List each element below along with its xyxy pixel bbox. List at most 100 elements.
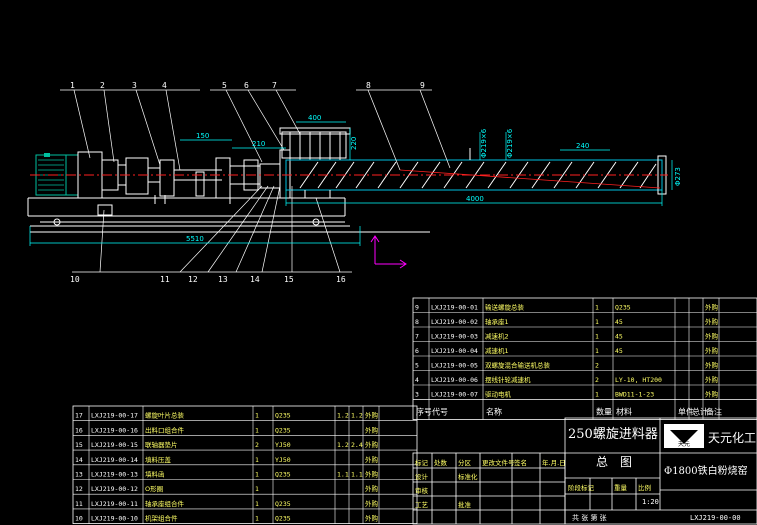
parts-lower-cell-w2: 1.2 [351,412,363,420]
parts-lower-cell-qty: 1 [255,485,259,493]
title-block-label: 标记 [415,458,429,467]
balloon-labels-bottom: 10 11 12 13 14 15 16 [70,275,346,284]
parts-lower-cell-code: LXJ219-00-12 [91,485,138,493]
balloon-15: 15 [284,275,294,284]
parts-upper-cell-name: 摆线针轮减速机 [485,375,531,384]
parts-upper-cell-note: 外购 [705,361,719,370]
parts-upper-row: 6 LXJ219-00-04 减速机1 1 45 外购 [415,346,719,355]
parts-upper-cell-no: 9 [415,304,419,312]
dim-phi-273: Φ273 [674,167,682,186]
parts-lower-cell-code: LXJ219-00-11 [91,500,138,508]
title-block-label: 年.月.日 [542,458,566,467]
parts-header-no: 序号 [416,407,432,417]
cad-drawing-sheet: { "colors": {"background":"#000000","out… [0,0,757,525]
dim-150: 150 [196,132,209,140]
parts-upper-cell-note: 外购 [705,346,719,355]
balloon-2: 2 [100,81,105,90]
parts-upper-cell-name: 输送螺旋总装 [485,303,525,312]
parts-upper-cell-mat: 45 [615,333,623,341]
screw-trough [285,148,667,195]
dim-5510: 5510 [186,235,204,243]
drawing-title: 总 图 [596,455,632,469]
parts-lower-cell-qty: 2 [255,441,259,449]
parts-lower-cell-note: 外购 [365,484,379,493]
parts-lower-cell-no: 14 [75,456,83,464]
parts-lower-cell-code: LXJ219-00-10 [91,515,138,523]
parts-lower-cell-w2: 1.1 [351,471,363,479]
balloon-3: 3 [132,81,137,90]
balloon-10: 10 [70,275,80,284]
dim-210: 210 [252,140,265,148]
parts-upper-cell-mat: LY-10, HT200 [615,376,662,384]
parts-upper-cell-note: 外购 [705,332,719,341]
title-block-label: 标准化 [458,472,478,481]
parts-lower-cell-no: 13 [75,471,83,479]
parts-upper-cell-mat: BWD11-1-23 [615,391,654,399]
parts-lower-cell-qty: 1 [255,515,259,523]
parts-lower-row: 13 LXJ219-00-13 填料函 1 Q235 1.1 1.1 外购 [75,470,379,479]
parts-header-qty: 数量 [596,407,612,417]
parts-lower-cell-note: 外购 [365,411,379,420]
shaft-assembly [159,149,291,199]
parts-upper-cell-name: 轴承座1 [485,317,509,326]
parts-upper-cell-note: 外购 [705,317,719,326]
parts-upper-cell-name: 双螺旋混合输送机总装 [485,361,551,370]
product-name: 250螺旋进料器 [568,427,658,442]
balloon-8: 8 [366,81,371,90]
parts-lower-cell-qty: 1 [255,456,259,464]
parts-lower-cell-no: 11 [75,500,83,508]
parts-lower-cell-mat: Q235 [275,426,291,434]
parts-lower-cell-name: 填料压盖 [145,455,172,464]
company-name: 天元化工 [708,431,756,445]
leader-lines-bottom [72,185,352,273]
parts-upper-cell-code: LXJ219-00-02 [431,318,478,326]
parts-lower-cell-mat: Q235 [275,471,291,479]
title-block-label: 审核 [415,486,429,495]
parts-upper-cell-code: LXJ219-00-06 [431,376,478,384]
title-block-label: 阶段标记 [568,483,595,492]
parts-lower-cell-name: 轴承座组合件 [145,499,185,508]
parts-lower-cell-note: 外购 [365,499,379,508]
drawing-scale: 1:20 [642,498,659,506]
parts-upper-cell-mat: 45 [615,318,623,326]
title-block-label: 签名 [514,458,527,467]
parts-upper-cell-no: 6 [415,347,419,355]
parts-lower-cell-code: LXJ219-00-15 [91,441,138,449]
company-logo: 天元 [664,424,704,448]
parts-upper-cell-no: 8 [415,318,419,326]
balloon-11: 11 [160,275,170,284]
parts-lower-cell-name: 螺旋叶片总装 [145,411,185,420]
parts-upper-row: 9 LXJ219-00-01 输送螺旋总装 1 Q235 外购 [415,303,719,312]
parts-lower-cell-no: 10 [75,515,83,523]
parts-lower-cell-name: 出料口组合件 [145,425,185,434]
parts-lower-cell-qty: 1 [255,500,259,508]
parts-upper-cell-qty: 1 [595,304,599,312]
balloon-5: 5 [222,81,227,90]
parts-lower-cell-note: 外购 [365,514,379,523]
parts-upper-cell-note: 外购 [705,390,719,399]
balloon-16: 16 [336,275,346,284]
parts-lower-cell-no: 12 [75,485,83,493]
support-stand [154,190,331,204]
title-block-label: 批准 [458,500,472,509]
dim-phi-219-b: Φ219×6 [506,128,514,158]
parts-lower-cell-w1: 1.2 [337,441,349,449]
balloon-6: 6 [244,81,249,90]
balloon-12: 12 [188,275,198,284]
parts-upper-cell-mat: 45 [615,347,623,355]
parts-upper-cell-mat: Q235 [615,304,631,312]
parts-lower-cell-name: O形圈 [145,485,163,493]
parts-lower-cell-code: LXJ219-00-16 [91,426,138,434]
parts-upper-cell-qty: 1 [595,318,599,326]
title-block-label: 分区 [458,458,472,467]
parts-upper-cell-qty: 2 [595,362,599,370]
parts-lower-cell-note: 外购 [365,455,379,464]
parts-lower-row: 10 LXJ219-00-10 机架组合件 1 Q235 外购 [75,514,379,523]
screw-hidden-line [399,169,661,189]
sheet-count: 共 张 第 张 [572,513,607,522]
parts-upper-cell-qty: 1 [595,391,599,399]
parts-upper-row: 3 LXJ219-00-07 驱动电机 1 BWD11-1-23 外购 [415,390,719,399]
parts-lower-row: 11 LXJ219-00-11 轴承座组合件 1 Q235 外购 [75,499,379,508]
parts-header-name: 名称 [486,407,502,417]
drawing-number: LXJ219-00-00 [690,514,741,522]
